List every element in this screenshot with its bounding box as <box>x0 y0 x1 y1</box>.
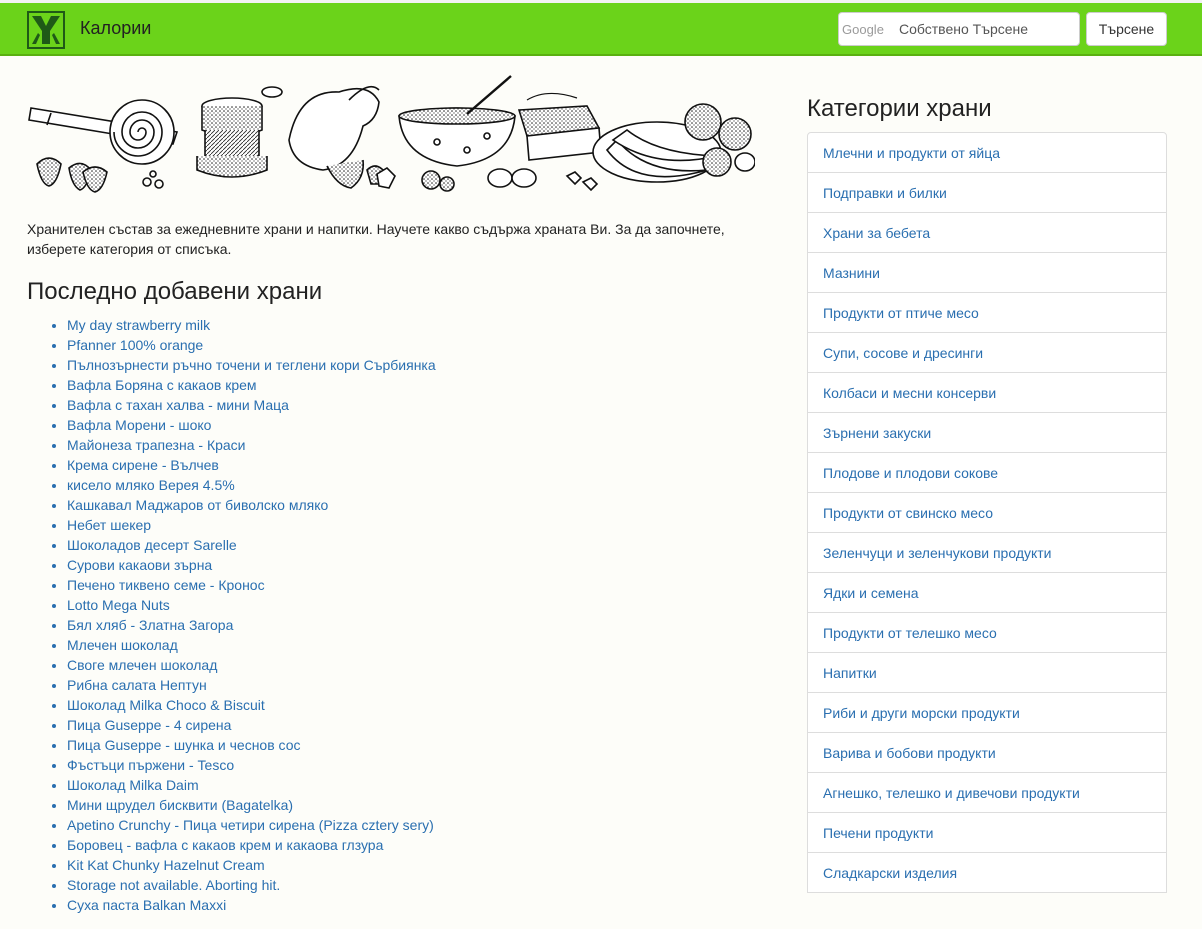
recent-food-link[interactable]: Суха паста Balkan Maxxi <box>67 897 226 913</box>
category-link[interactable]: Печени продукти <box>807 812 1167 853</box>
recent-food-link[interactable]: Lotto Mega Nuts <box>67 597 170 613</box>
list-item: Apetino Crunchy - Пица четири сирена (Pi… <box>67 815 787 835</box>
recent-foods-list: My day strawberry milk Pfanner 100% orang… <box>27 315 787 915</box>
category-link[interactable]: Зеленчуци и зеленчукови продукти <box>807 532 1167 573</box>
category-link[interactable]: Колбаси и месни консерви <box>807 372 1167 413</box>
list-item: Пица Guseppe - 4 сирена <box>67 715 787 735</box>
recent-food-link[interactable]: Вафла Морени - шоко <box>67 417 211 433</box>
list-item: Pfanner 100% orange <box>67 335 787 355</box>
site-logo-icon[interactable] <box>27 11 65 49</box>
list-item: Фъстъци пържени - Tesco <box>67 755 787 775</box>
list-item: Storage not available. Aborting hit. <box>67 875 787 895</box>
categories-title: Категории храни <box>807 95 992 122</box>
category-link[interactable]: Продукти от птиче месо <box>807 292 1167 333</box>
recent-food-link[interactable]: Млечен шоколад <box>67 637 178 653</box>
recent-food-link[interactable]: Пица Guseppe - 4 сирена <box>67 717 231 733</box>
category-link[interactable]: Сладкарски изделия <box>807 852 1167 893</box>
list-item: Печено тиквено семе - Кронос <box>67 575 787 595</box>
category-link[interactable]: Плодове и плодови сокове <box>807 452 1167 493</box>
food-illustration-banner <box>28 75 755 193</box>
recent-food-link[interactable]: Рибна салата Нептун <box>67 677 207 693</box>
recent-food-link[interactable]: Шоколад Milka Daim <box>67 777 199 793</box>
recent-food-link[interactable]: Вафла Боряна с какаов крем <box>67 377 257 393</box>
list-item: Сурови какаови зърна <box>67 555 787 575</box>
categories-list: Млечни и продукти от яйца Подправки и бил… <box>807 132 1167 929</box>
recent-food-link[interactable]: Майонеза трапезна - Краси <box>67 437 246 453</box>
recent-food-link[interactable]: Шоколад Milka Choco & Biscuit <box>67 697 265 713</box>
recent-food-link[interactable]: Шоколадов десерт Sarelle <box>67 537 237 553</box>
recent-food-link[interactable]: Storage not available. Aborting hit. <box>67 877 280 893</box>
category-link[interactable]: Агнешко, телешко и дивечови продукти <box>807 772 1167 813</box>
list-item: Рибна салата Нептун <box>67 675 787 695</box>
recent-food-link[interactable]: Пица Guseppe - шунка и чеснов сос <box>67 737 301 753</box>
list-item: Пълнозърнести ръчно точени и теглени кор… <box>67 355 787 375</box>
list-item: Крема сирене - Вълчев <box>67 455 787 475</box>
category-link[interactable]: Мазнини <box>807 252 1167 293</box>
list-item: Млечен шоколад <box>67 635 787 655</box>
top-navbar: Калории Google Търсене <box>0 0 1202 56</box>
recent-food-link[interactable]: Своге млечен шоколад <box>67 657 217 673</box>
recent-food-link[interactable]: кисело мляко Верея 4.5% <box>67 477 235 493</box>
list-item: Мини щрудел бисквити (Bagatelka) <box>67 795 787 815</box>
brand-link[interactable]: Калории <box>80 18 151 39</box>
recent-food-link[interactable]: Печено тиквено семе - Кронос <box>67 577 265 593</box>
recent-food-link[interactable]: My day strawberry milk <box>67 317 210 333</box>
category-link[interactable]: Продукти от свинско месо <box>807 492 1167 533</box>
category-link[interactable]: Подправки и билки <box>807 172 1167 213</box>
category-link[interactable]: Продукти от телешко месо <box>807 612 1167 653</box>
list-item: Суха паста Balkan Maxxi <box>67 895 787 915</box>
list-item: Вафла Морени - шоко <box>67 415 787 435</box>
recent-food-link[interactable]: Крема сирене - Вълчев <box>67 457 219 473</box>
recent-food-link[interactable]: Пълнозърнести ръчно точени и теглени кор… <box>67 357 436 373</box>
list-item: кисело мляко Верея 4.5% <box>67 475 787 495</box>
recent-food-link[interactable]: Бял хляб - Златна Загора <box>67 617 233 633</box>
list-item: Kit Kat Chunky Hazelnut Cream <box>67 855 787 875</box>
list-item: Шоколадов десерт Sarelle <box>67 535 787 555</box>
list-item: Боровец - вафла с какаов крем и какаова … <box>67 835 787 855</box>
search-input[interactable] <box>891 14 1081 44</box>
list-item: Бял хляб - Златна Загора <box>67 615 787 635</box>
recent-food-link[interactable]: Небет шекер <box>67 517 151 533</box>
recent-food-link[interactable]: Кашкавал Маджаров от биволско мляко <box>67 497 328 513</box>
list-item: Кашкавал Маджаров от биволско мляко <box>67 495 787 515</box>
category-link[interactable]: Напитки <box>807 652 1167 693</box>
list-item: My day strawberry milk <box>67 315 787 335</box>
category-link[interactable]: Варива и бобови продукти <box>807 732 1167 773</box>
custom-search-box: Google <box>838 12 1081 46</box>
list-item: Майонеза трапезна - Краси <box>67 435 787 455</box>
category-link[interactable]: Супи, сосове и дресинги <box>807 332 1167 373</box>
list-item: Шоколад Milka Choco & Biscuit <box>67 695 787 715</box>
recent-food-link[interactable]: Сурови какаови зърна <box>67 557 212 573</box>
search-button[interactable]: Търсене <box>1086 12 1167 46</box>
list-item: Lotto Mega Nuts <box>67 595 787 615</box>
category-link[interactable]: Млечни и продукти от яйца <box>807 132 1167 173</box>
recent-food-link[interactable]: Apetino Crunchy - Пица четири сирена (Pi… <box>67 817 434 833</box>
category-link[interactable]: Зърнени закуски <box>807 412 1167 453</box>
list-item: Своге млечен шоколад <box>67 655 787 675</box>
list-item: Шоколад Milka Daim <box>67 775 787 795</box>
category-link[interactable]: Риби и други морски продукти <box>807 692 1167 733</box>
recent-food-link[interactable]: Kit Kat Chunky Hazelnut Cream <box>67 857 265 873</box>
google-wordmark: Google <box>842 22 884 37</box>
list-item: Небет шекер <box>67 515 787 535</box>
list-item: Вафла Боряна с какаов крем <box>67 375 787 395</box>
recent-food-link[interactable]: Фъстъци пържени - Tesco <box>67 757 234 773</box>
category-link[interactable]: Храни за бебета <box>807 212 1167 253</box>
list-item: Вафла с тахан халва - мини Маца <box>67 395 787 415</box>
recent-foods-title: Последно добавени храни <box>27 278 323 305</box>
intro-text: Хранителен състав за ежедневните храни и… <box>27 221 725 257</box>
recent-food-link[interactable]: Pfanner 100% orange <box>67 337 203 353</box>
list-item: Пица Guseppe - шунка и чеснов сос <box>67 735 787 755</box>
recent-food-link[interactable]: Вафла с тахан халва - мини Маца <box>67 397 289 413</box>
recent-food-link[interactable]: Боровец - вафла с какаов крем и какаова … <box>67 837 383 853</box>
category-link[interactable]: Ядки и семена <box>807 572 1167 613</box>
recent-food-link[interactable]: Мини щрудел бисквити (Bagatelka) <box>67 797 293 813</box>
